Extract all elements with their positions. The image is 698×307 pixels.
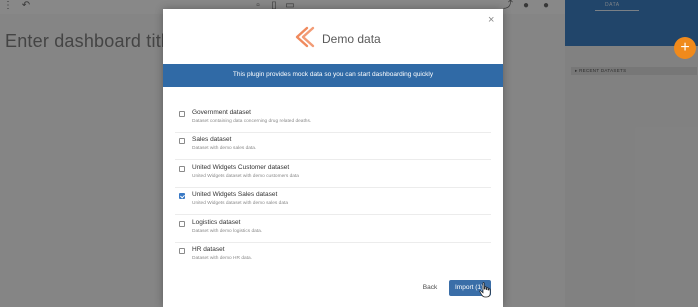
dataset-name: Sales dataset (192, 136, 232, 143)
dataset-name: United Widgets Customer dataset (192, 164, 290, 171)
dataset-checkbox[interactable] (179, 166, 185, 172)
dataset-description: Dataset with demo HR data. (192, 256, 252, 261)
add-button[interactable]: + (674, 37, 696, 59)
close-icon[interactable]: × (488, 15, 494, 26)
dataset-name: Logistics dataset (192, 219, 241, 226)
dataset-item-government[interactable]: Government dataset Dataset containing da… (175, 106, 491, 133)
modal-title: Demo data (322, 32, 381, 46)
dataset-description: Dataset with demo logistics data. (192, 229, 263, 234)
dataset-name: United Widgets Sales dataset (192, 191, 278, 198)
dataset-description: Dataset containing data concerning drug … (192, 119, 312, 124)
dataset-description: United Widgets dataset with demo custome… (192, 174, 299, 179)
info-banner: This plugin provides mock data so you ca… (163, 64, 503, 87)
dataset-name: HR dataset (192, 246, 225, 253)
dataset-item-hr[interactable]: HR dataset Dataset with demo HR data. (175, 243, 491, 270)
dataset-checkbox[interactable] (179, 138, 185, 144)
dataset-item-uw-sales[interactable]: United Widgets Sales dataset United Widg… (175, 188, 491, 215)
dataset-description: United Widgets dataset with demo sales d… (192, 201, 288, 206)
demo-data-logo-icon (295, 26, 315, 48)
hand-cursor-icon (479, 282, 491, 298)
back-button[interactable]: Back (417, 282, 443, 294)
dataset-checkbox[interactable] (179, 248, 185, 254)
dataset-item-sales[interactable]: Sales dataset Dataset with demo sales da… (175, 133, 491, 160)
dataset-item-uw-customer[interactable]: United Widgets Customer dataset United W… (175, 161, 491, 188)
dataset-description: Dataset with demo sales data. (192, 146, 257, 151)
dataset-name: Government dataset (192, 109, 251, 116)
dataset-item-logistics[interactable]: Logistics dataset Dataset with demo logi… (175, 216, 491, 243)
banner-text: This plugin provides mock data so you ca… (232, 71, 434, 78)
dataset-checkbox[interactable] (179, 221, 185, 227)
dataset-checkbox-checked[interactable] (179, 193, 185, 199)
dataset-checkbox[interactable] (179, 111, 185, 117)
